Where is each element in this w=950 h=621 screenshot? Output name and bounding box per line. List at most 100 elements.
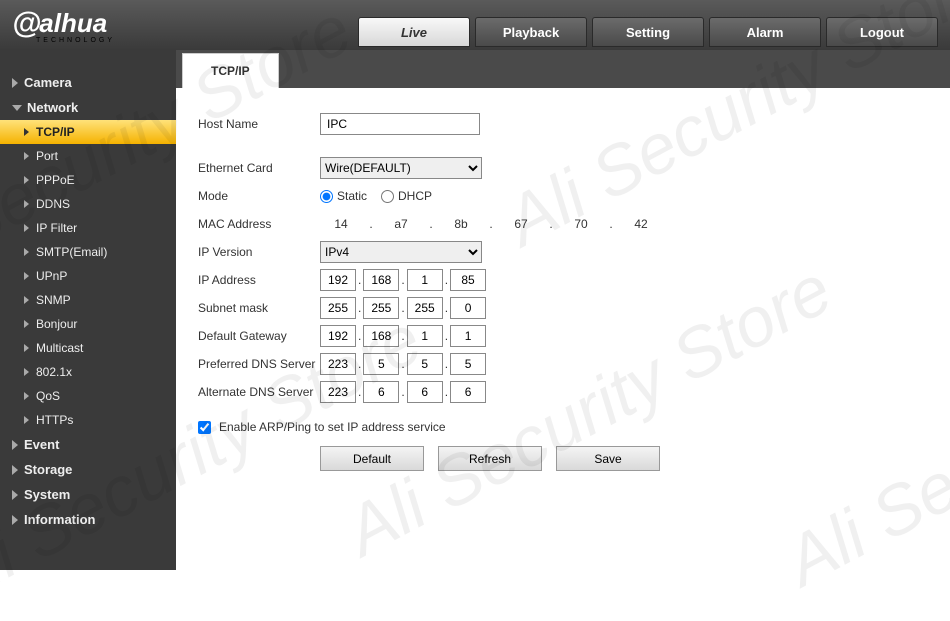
sidebar-item-system[interactable]: System — [0, 482, 176, 507]
sidebar-item-label: 802.1x — [36, 365, 72, 379]
chevron-right-icon — [12, 440, 18, 450]
chevron-right-icon — [24, 128, 29, 136]
subnet-mask-input[interactable]: . . . — [320, 297, 486, 319]
ip-octet[interactable] — [407, 325, 443, 347]
sidebar-sub-ipfilter[interactable]: IP Filter — [0, 216, 176, 240]
tab-tcpip[interactable]: TCP/IP — [182, 53, 279, 88]
sidebar-item-label: HTTPs — [36, 413, 73, 427]
sidebar-sub-ddns[interactable]: DDNS — [0, 192, 176, 216]
sidebar-item-label: Multicast — [36, 341, 83, 355]
sidebar-item-label: Bonjour — [36, 317, 77, 331]
radio-label: DHCP — [398, 189, 432, 203]
sidebar-sub-qos[interactable]: QoS — [0, 384, 176, 408]
brand-subtitle: TECHNOLOGY — [36, 37, 115, 44]
sidebar-sub-https[interactable]: HTTPs — [0, 408, 176, 432]
sidebar-sub-port[interactable]: Port — [0, 144, 176, 168]
sidebar-item-label: QoS — [36, 389, 60, 403]
tab-bar: TCP/IP — [176, 50, 950, 88]
ip-octet[interactable] — [363, 269, 399, 291]
sidebar-sub-bonjour[interactable]: Bonjour — [0, 312, 176, 336]
nav-live[interactable]: Live — [358, 17, 470, 47]
top-nav: Live Playback Setting Alarm Logout — [358, 3, 938, 47]
ip-octet[interactable] — [450, 325, 486, 347]
sidebar-item-event[interactable]: Event — [0, 432, 176, 457]
nav-alarm[interactable]: Alarm — [709, 17, 821, 47]
chevron-right-icon — [24, 176, 29, 184]
ip-octet[interactable] — [320, 297, 356, 319]
sidebar-item-label: Camera — [24, 75, 72, 90]
mac-address-label: MAC Address — [198, 217, 320, 231]
ip-octet[interactable] — [320, 269, 356, 291]
ip-octet[interactable] — [407, 353, 443, 375]
ip-octet[interactable] — [450, 297, 486, 319]
nav-logout[interactable]: Logout — [826, 17, 938, 47]
mode-static-radio[interactable]: Static — [320, 189, 367, 203]
sidebar-item-label: SNMP — [36, 293, 71, 307]
ip-octet[interactable] — [363, 297, 399, 319]
ip-address-label: IP Address — [198, 273, 320, 287]
sidebar-item-label: SMTP(Email) — [36, 245, 107, 259]
chevron-right-icon — [24, 320, 29, 328]
mac-address-value: 14. a7. 8b. 67. 70. 42 — [320, 217, 656, 231]
ip-octet[interactable] — [363, 325, 399, 347]
sidebar-sub-snmp[interactable]: SNMP — [0, 288, 176, 312]
sidebar-item-label: DDNS — [36, 197, 70, 211]
sidebar-item-label: Port — [36, 149, 58, 163]
alternate-dns-input[interactable]: . . . — [320, 381, 486, 403]
sidebar-sub-multicast[interactable]: Multicast — [0, 336, 176, 360]
ip-octet[interactable] — [320, 381, 356, 403]
ip-octet[interactable] — [363, 353, 399, 375]
ethernet-card-select[interactable]: Wire(DEFAULT) — [320, 157, 482, 179]
chevron-right-icon — [24, 200, 29, 208]
sidebar-sub-tcpip[interactable]: TCP/IP — [0, 120, 176, 144]
ip-octet[interactable] — [407, 381, 443, 403]
preferred-dns-input[interactable]: . . . — [320, 353, 486, 375]
mode-label: Mode — [198, 189, 320, 203]
refresh-button[interactable]: Refresh — [438, 446, 542, 471]
ip-octet[interactable] — [450, 269, 486, 291]
ip-octet[interactable] — [320, 353, 356, 375]
ip-octet[interactable] — [450, 353, 486, 375]
radio-label: Static — [337, 189, 367, 203]
sidebar: Camera Network TCP/IP Port PPPoE DDNS IP… — [0, 50, 176, 570]
chevron-right-icon — [24, 152, 29, 160]
ip-version-select[interactable]: IPv4 — [320, 241, 482, 263]
sidebar-item-camera[interactable]: Camera — [0, 70, 176, 95]
chevron-right-icon — [24, 248, 29, 256]
sidebar-item-information[interactable]: Information — [0, 507, 176, 532]
arp-ping-checkbox[interactable] — [198, 421, 211, 434]
chevron-right-icon — [24, 272, 29, 280]
chevron-right-icon — [24, 392, 29, 400]
chevron-down-icon — [12, 105, 22, 111]
chevron-right-icon — [12, 465, 18, 475]
mode-dhcp-radio[interactable]: DHCP — [381, 189, 432, 203]
alternate-dns-label: Alternate DNS Server — [198, 385, 320, 399]
sidebar-item-label: Network — [27, 100, 78, 115]
sidebar-sub-smtp[interactable]: SMTP(Email) — [0, 240, 176, 264]
host-name-input[interactable] — [320, 113, 480, 135]
gateway-input[interactable]: . . . — [320, 325, 486, 347]
sidebar-item-label: IP Filter — [36, 221, 77, 235]
ip-octet[interactable] — [363, 381, 399, 403]
default-button[interactable]: Default — [320, 446, 424, 471]
save-button[interactable]: Save — [556, 446, 660, 471]
sidebar-sub-pppoe[interactable]: PPPoE — [0, 168, 176, 192]
ip-octet[interactable] — [450, 381, 486, 403]
ip-octet[interactable] — [407, 297, 443, 319]
header-bar: @alhua TECHNOLOGY Live Playback Setting … — [0, 0, 950, 50]
content-area: TCP/IP Host Name Ethernet Card Wire(DEFA… — [176, 50, 950, 570]
brand-logo: @alhua TECHNOLOGY — [12, 7, 115, 44]
chevron-right-icon — [12, 78, 18, 88]
ip-octet[interactable] — [407, 269, 443, 291]
sidebar-item-storage[interactable]: Storage — [0, 457, 176, 482]
sidebar-sub-upnp[interactable]: UPnP — [0, 264, 176, 288]
sidebar-sub-8021x[interactable]: 802.1x — [0, 360, 176, 384]
ip-octet[interactable] — [320, 325, 356, 347]
sidebar-item-label: Event — [24, 437, 59, 452]
chevron-right-icon — [24, 296, 29, 304]
nav-playback[interactable]: Playback — [475, 17, 587, 47]
nav-setting[interactable]: Setting — [592, 17, 704, 47]
ip-address-input[interactable]: . . . — [320, 269, 486, 291]
ethernet-card-label: Ethernet Card — [198, 161, 320, 175]
sidebar-item-network[interactable]: Network — [0, 95, 176, 120]
